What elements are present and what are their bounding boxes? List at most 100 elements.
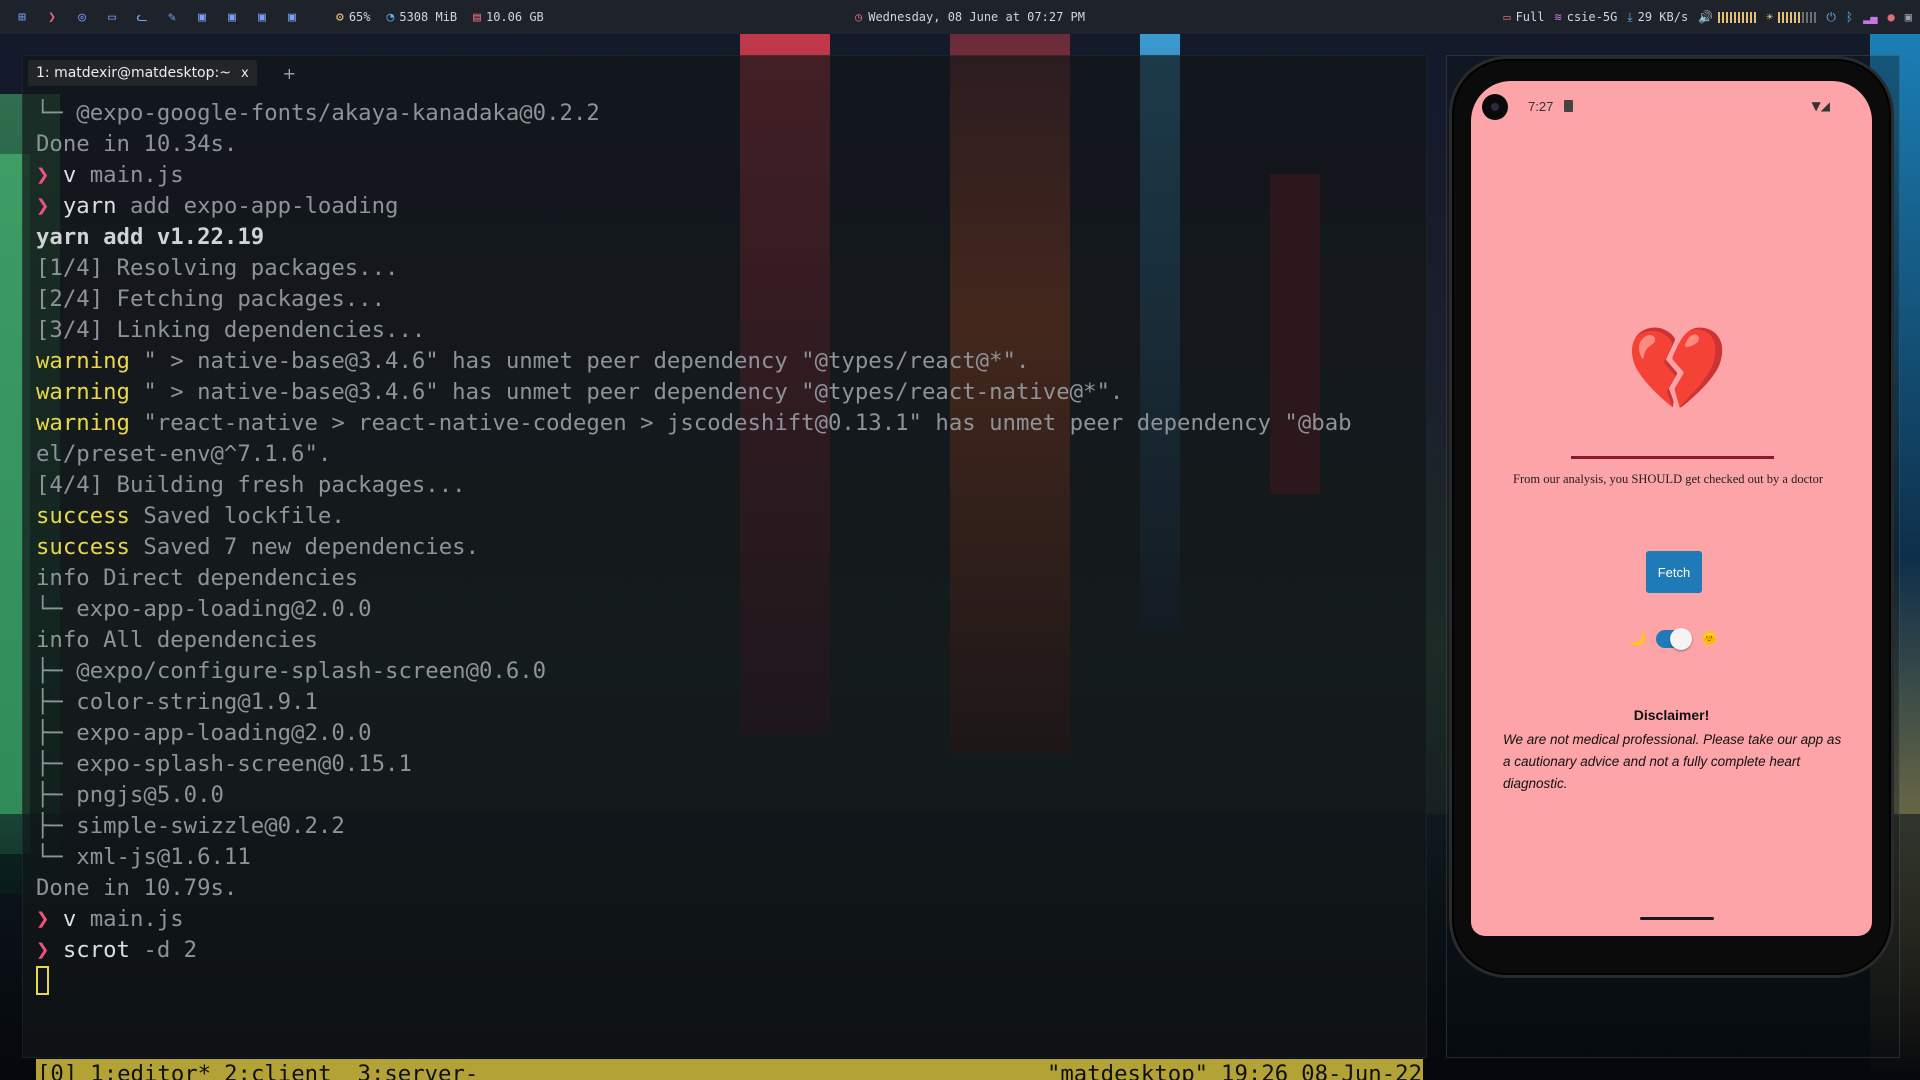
analysis-result-text: From our analysis, you SHOULD get checke… bbox=[1513, 472, 1824, 486]
clock[interactable]: ◷ Wednesday, 08 June at 07:27 PM bbox=[855, 10, 1085, 24]
tmux-window-client[interactable]: 2:client bbox=[224, 1059, 331, 1080]
volume-control[interactable]: 🔊 bbox=[1698, 10, 1757, 24]
monitor-icon[interactable]: ▣ bbox=[254, 9, 270, 25]
terminal-line: info Direct dependencies bbox=[36, 563, 1426, 594]
log-text: ├─ expo-app-loading@2.0.0 bbox=[36, 720, 372, 746]
warning-tag: warning bbox=[36, 379, 130, 405]
toggle-knob bbox=[1670, 628, 1693, 650]
terminal-line: ├─ expo-splash-screen@0.15.1 bbox=[36, 749, 1426, 780]
moon-icon: 🌙 bbox=[1629, 631, 1647, 647]
wifi-signal-icon: ▼◢ bbox=[1811, 99, 1830, 113]
camera-cutout-icon bbox=[1482, 94, 1508, 120]
terminal-line: ❯ v main.js bbox=[36, 904, 1426, 935]
disk-usage: ▤ 10.06 GB bbox=[473, 9, 544, 25]
memory-icon: ◔ bbox=[386, 9, 395, 25]
log-text: [4/4] Building fresh packages... bbox=[36, 472, 466, 498]
tmux-window-server[interactable]: 3:server- bbox=[358, 1059, 479, 1080]
new-tab-button[interactable]: + bbox=[283, 64, 296, 83]
prompt-symbol: ❯ bbox=[36, 906, 63, 932]
brightness-control[interactable]: ☀ bbox=[1766, 10, 1817, 24]
tmux-window-editor[interactable]: 1:editor* bbox=[90, 1059, 211, 1080]
terminal-line: ├─ simple-swizzle@0.2.2 bbox=[36, 811, 1426, 842]
terminal-line: warning "react-native > react-native-cod… bbox=[36, 408, 1426, 439]
command-args: main.js bbox=[76, 906, 184, 932]
wifi-icon: ≋ bbox=[1554, 10, 1562, 24]
broken-heart-icon: 💔 bbox=[1626, 322, 1729, 417]
close-tab-icon[interactable]: x bbox=[241, 66, 249, 81]
terminal-line: └─ xml-js@1.6.11 bbox=[36, 842, 1426, 873]
tmux-host: "matdesktop" bbox=[1046, 1061, 1209, 1080]
log-text: Saved lockfile. bbox=[129, 503, 345, 529]
battery-icon: ▭ bbox=[1503, 10, 1511, 24]
log-text: info Direct dependencies bbox=[36, 565, 359, 591]
command-args: add expo-app-loading bbox=[116, 193, 399, 219]
terminal-line: ├─ @expo/configure-splash-screen@0.6.0 bbox=[36, 656, 1426, 687]
edit-icon[interactable]: ✎ bbox=[164, 9, 180, 25]
memory-usage: ◔ 5308 MiB bbox=[386, 9, 458, 25]
tmux-date: 08-Jun-22 bbox=[1301, 1061, 1422, 1080]
terminal-line: Done in 10.34s. bbox=[36, 129, 1426, 160]
terminal-line: [1/4] Resolving packages... bbox=[36, 253, 1426, 284]
log-text: └─ expo-app-loading@2.0.0 bbox=[36, 596, 372, 622]
disclaimer-body: We are not medical professional. Please … bbox=[1503, 732, 1842, 791]
theme-toggle-row: 🌙 🌞 bbox=[1629, 628, 1718, 650]
log-text: Done in 10.34s. bbox=[36, 131, 238, 157]
log-text: ├─ pngjs@5.0.0 bbox=[36, 782, 224, 808]
terminal-window[interactable]: 1: matdexir@matdesktop:~ x + └─ @expo-go… bbox=[22, 55, 1427, 1080]
command-args: main.js bbox=[76, 162, 184, 188]
terminal-line: ├─ expo-app-loading@2.0.0 bbox=[36, 718, 1426, 749]
power-icon[interactable]: ⏻ bbox=[1826, 10, 1836, 25]
grid-icon[interactable]: ⊞ bbox=[14, 9, 30, 25]
browser-icon[interactable]: ◎ bbox=[74, 9, 90, 25]
terminal-line: [2/4] Fetching packages... bbox=[36, 284, 1426, 315]
log-text: yarn add v1.22.19 bbox=[36, 224, 265, 250]
monitor-icon[interactable]: ▣ bbox=[224, 9, 240, 25]
log-text: "react-native > react-native-codegen > j… bbox=[129, 410, 1352, 436]
terminal-tab-bar: 1: matdexir@matdesktop:~ x + bbox=[28, 59, 296, 87]
theme-toggle-switch[interactable] bbox=[1656, 628, 1693, 650]
gesture-nav-bar[interactable] bbox=[1640, 917, 1714, 920]
log-text: info All dependencies bbox=[36, 627, 318, 653]
screenshot-tray-icon[interactable]: ▣ bbox=[1905, 10, 1912, 24]
disclaimer-title: Disclaimer! bbox=[1633, 707, 1710, 723]
network-speed: ⤓ 29 KB/s bbox=[1627, 9, 1689, 25]
sd-card-icon bbox=[1564, 100, 1573, 112]
log-text: el/preset-env@^7.1.6". bbox=[36, 441, 332, 467]
command-args: -d 2 bbox=[129, 937, 198, 963]
command-name: scrot bbox=[62, 937, 130, 963]
fetch-button[interactable]: Fetch bbox=[1646, 551, 1702, 593]
clock-icon: ◷ bbox=[855, 10, 863, 24]
terminal-icon[interactable]: ❯ bbox=[44, 9, 60, 25]
app-tray-icon[interactable]: ● bbox=[1888, 10, 1895, 24]
command-name: v bbox=[62, 906, 77, 932]
monitor-icon[interactable]: ▣ bbox=[284, 9, 300, 25]
prompt-symbol: ❯ bbox=[36, 193, 63, 219]
terminal-line: [3/4] Linking dependencies... bbox=[36, 315, 1426, 346]
success-tag: success bbox=[36, 534, 130, 560]
terminal-line: yarn add v1.22.19 bbox=[36, 222, 1426, 253]
tmux-status-bar: [0] 1:editor* 2:client 3:server- "matdes… bbox=[36, 1059, 1423, 1080]
volume-level bbox=[1718, 11, 1757, 23]
terminal-line: ❯ v main.js bbox=[36, 160, 1426, 191]
terminal-line: info All dependencies bbox=[36, 625, 1426, 656]
bluetooth-icon[interactable]: ᛒ bbox=[1846, 10, 1853, 24]
warning-tag: warning bbox=[36, 410, 130, 436]
disk-icon: ▤ bbox=[473, 9, 481, 25]
log-text: [3/4] Linking dependencies... bbox=[36, 317, 426, 343]
log-text: ├─ @expo/configure-splash-screen@0.6.0 bbox=[36, 658, 547, 684]
terminal-tab[interactable]: 1: matdexir@matdesktop:~ x bbox=[28, 60, 257, 86]
monitor-icon[interactable]: ▣ bbox=[194, 9, 210, 25]
terminal-cursor-line bbox=[36, 966, 1426, 997]
cat-icon[interactable]: ᓚ bbox=[134, 9, 150, 25]
prompt-symbol: ❯ bbox=[36, 162, 63, 188]
terminal-output[interactable]: └─ @expo-google-fonts/akaya-kanadaka@0.2… bbox=[36, 98, 1426, 997]
android-status-bar: 7:27 ▼◢ bbox=[1471, 81, 1872, 141]
folder-icon[interactable]: ▭ bbox=[104, 9, 120, 25]
wifi-status[interactable]: ≋ csie-5G bbox=[1554, 10, 1617, 24]
log-text: └─ @expo-google-fonts/akaya-kanadaka@0.2… bbox=[36, 100, 600, 126]
log-text: ├─ expo-splash-screen@0.15.1 bbox=[36, 751, 412, 777]
terminal-line: el/preset-env@^7.1.6". bbox=[36, 439, 1426, 470]
prompt-symbol: ❯ bbox=[36, 937, 63, 963]
log-text: " > native-base@3.4.6" has unmet peer de… bbox=[129, 379, 1124, 405]
app-screen[interactable]: 7:27 ▼◢ 💔 From our analysis, you SHOULD … bbox=[1471, 81, 1872, 936]
